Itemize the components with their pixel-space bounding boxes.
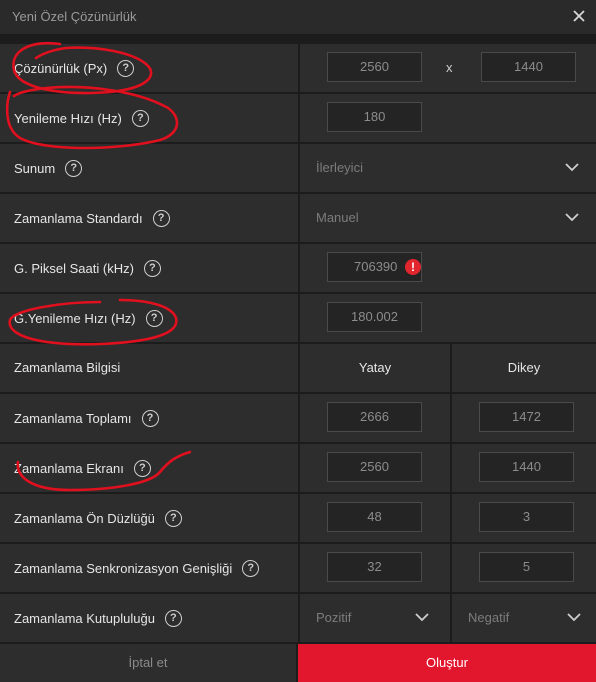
timing-standard-value: Manuel [316, 210, 359, 225]
help-icon[interactable]: ? [143, 260, 161, 277]
help-icon[interactable]: ? [117, 60, 135, 77]
polarity-label: Zamanlama Kutupluluğu [14, 611, 155, 626]
row-polarity: Zamanlama Kutupluluğu ? Pozitif Negatif [0, 594, 596, 642]
front-porch-h-input[interactable]: 48 [327, 502, 422, 532]
resolution-separator: x [446, 60, 453, 75]
help-icon[interactable]: ? [131, 110, 149, 127]
timing-standard-label: Zamanlama Standardı [14, 211, 143, 226]
row-effective-refresh: G.Yenileme Hızı (Hz) ? 180.002 [0, 294, 596, 342]
front-porch-label: Zamanlama Ön Düzlüğü [14, 511, 155, 526]
create-button[interactable]: Oluştur [298, 644, 596, 682]
effective-refresh-label: G.Yenileme Hızı (Hz) [14, 311, 136, 326]
row-sync-width: Zamanlama Senkronizasyon Genişliği ? 32 … [0, 544, 596, 592]
row-presentation: Sunum ? İlerleyici [0, 144, 596, 192]
help-icon[interactable]: ? [133, 460, 151, 477]
polarity-v-value: Negatif [468, 610, 510, 625]
row-front-porch: Zamanlama Ön Düzlüğü ? 48 3 [0, 494, 596, 542]
dialog-title: Yeni Özel Çözünürlük [12, 9, 137, 24]
row-timing-info: Zamanlama Bilgisi Yatay Dikey [0, 344, 596, 392]
resolution-width-input[interactable]: 2560 [327, 52, 422, 82]
help-icon[interactable]: ? [242, 560, 260, 577]
help-icon[interactable]: ? [164, 510, 182, 527]
row-timing-display: Zamanlama Ekranı ? 2560 1440 [0, 444, 596, 492]
timing-display-label: Zamanlama Ekranı [14, 461, 124, 476]
cancel-button[interactable]: İptal et [0, 644, 296, 682]
resolution-label: Çözünürlük (Px) [14, 61, 108, 76]
sync-width-label: Zamanlama Senkronizasyon Genişliği [14, 561, 233, 576]
row-timing-total: Zamanlama Toplamı ? 2666 1472 [0, 394, 596, 442]
chevron-down-icon[interactable] [564, 159, 580, 175]
close-icon[interactable] [568, 5, 590, 27]
timing-total-label: Zamanlama Toplamı [14, 411, 132, 426]
help-icon[interactable]: ? [141, 410, 159, 427]
help-icon[interactable]: ? [145, 310, 163, 327]
presentation-value: İlerleyici [316, 160, 363, 175]
timing-total-v-input[interactable]: 1472 [479, 402, 574, 432]
front-porch-v-input[interactable]: 3 [479, 502, 574, 532]
chevron-down-icon[interactable] [564, 209, 580, 225]
sync-width-h-input[interactable]: 32 [327, 552, 422, 582]
chevron-down-icon[interactable] [566, 609, 582, 625]
custom-resolution-dialog: Yeni Özel Çözünürlük Çözünürlük (Px) ? 2… [0, 0, 596, 682]
help-icon[interactable]: ? [65, 160, 83, 177]
title-bar: Yeni Özel Çözünürlük [0, 0, 596, 34]
vertical-column-header: Dikey [507, 360, 541, 375]
refresh-rate-input[interactable]: 180 [327, 102, 422, 132]
timing-total-h-input[interactable]: 2666 [327, 402, 422, 432]
timing-info-label: Zamanlama Bilgisi [14, 360, 121, 375]
polarity-h-value: Pozitif [316, 610, 352, 625]
effective-refresh-value: 180.002 [327, 302, 422, 332]
resolution-height-input[interactable]: 1440 [481, 52, 576, 82]
refresh-rate-label: Yenileme Hızı (Hz) [14, 111, 122, 126]
row-pixel-clock: G. Piksel Saati (kHz) ? 706390 [0, 244, 596, 292]
chevron-down-icon[interactable] [414, 609, 430, 625]
help-icon[interactable]: ? [164, 610, 182, 627]
horizontal-column-header: Yatay [358, 360, 392, 375]
row-resolution: Çözünürlük (Px) ? 2560 x 1440 [0, 44, 596, 92]
timing-display-h-input[interactable]: 2560 [327, 452, 422, 482]
row-timing-standard: Zamanlama Standardı ? Manuel [0, 194, 596, 242]
warning-icon: ! [405, 259, 421, 275]
sync-width-v-input[interactable]: 5 [479, 552, 574, 582]
help-icon[interactable]: ? [152, 210, 170, 227]
row-refresh-rate: Yenileme Hızı (Hz) ? 180 [0, 94, 596, 142]
timing-display-v-input[interactable]: 1440 [479, 452, 574, 482]
pixel-clock-label: G. Piksel Saati (kHz) [14, 261, 134, 276]
presentation-label: Sunum [14, 161, 56, 176]
